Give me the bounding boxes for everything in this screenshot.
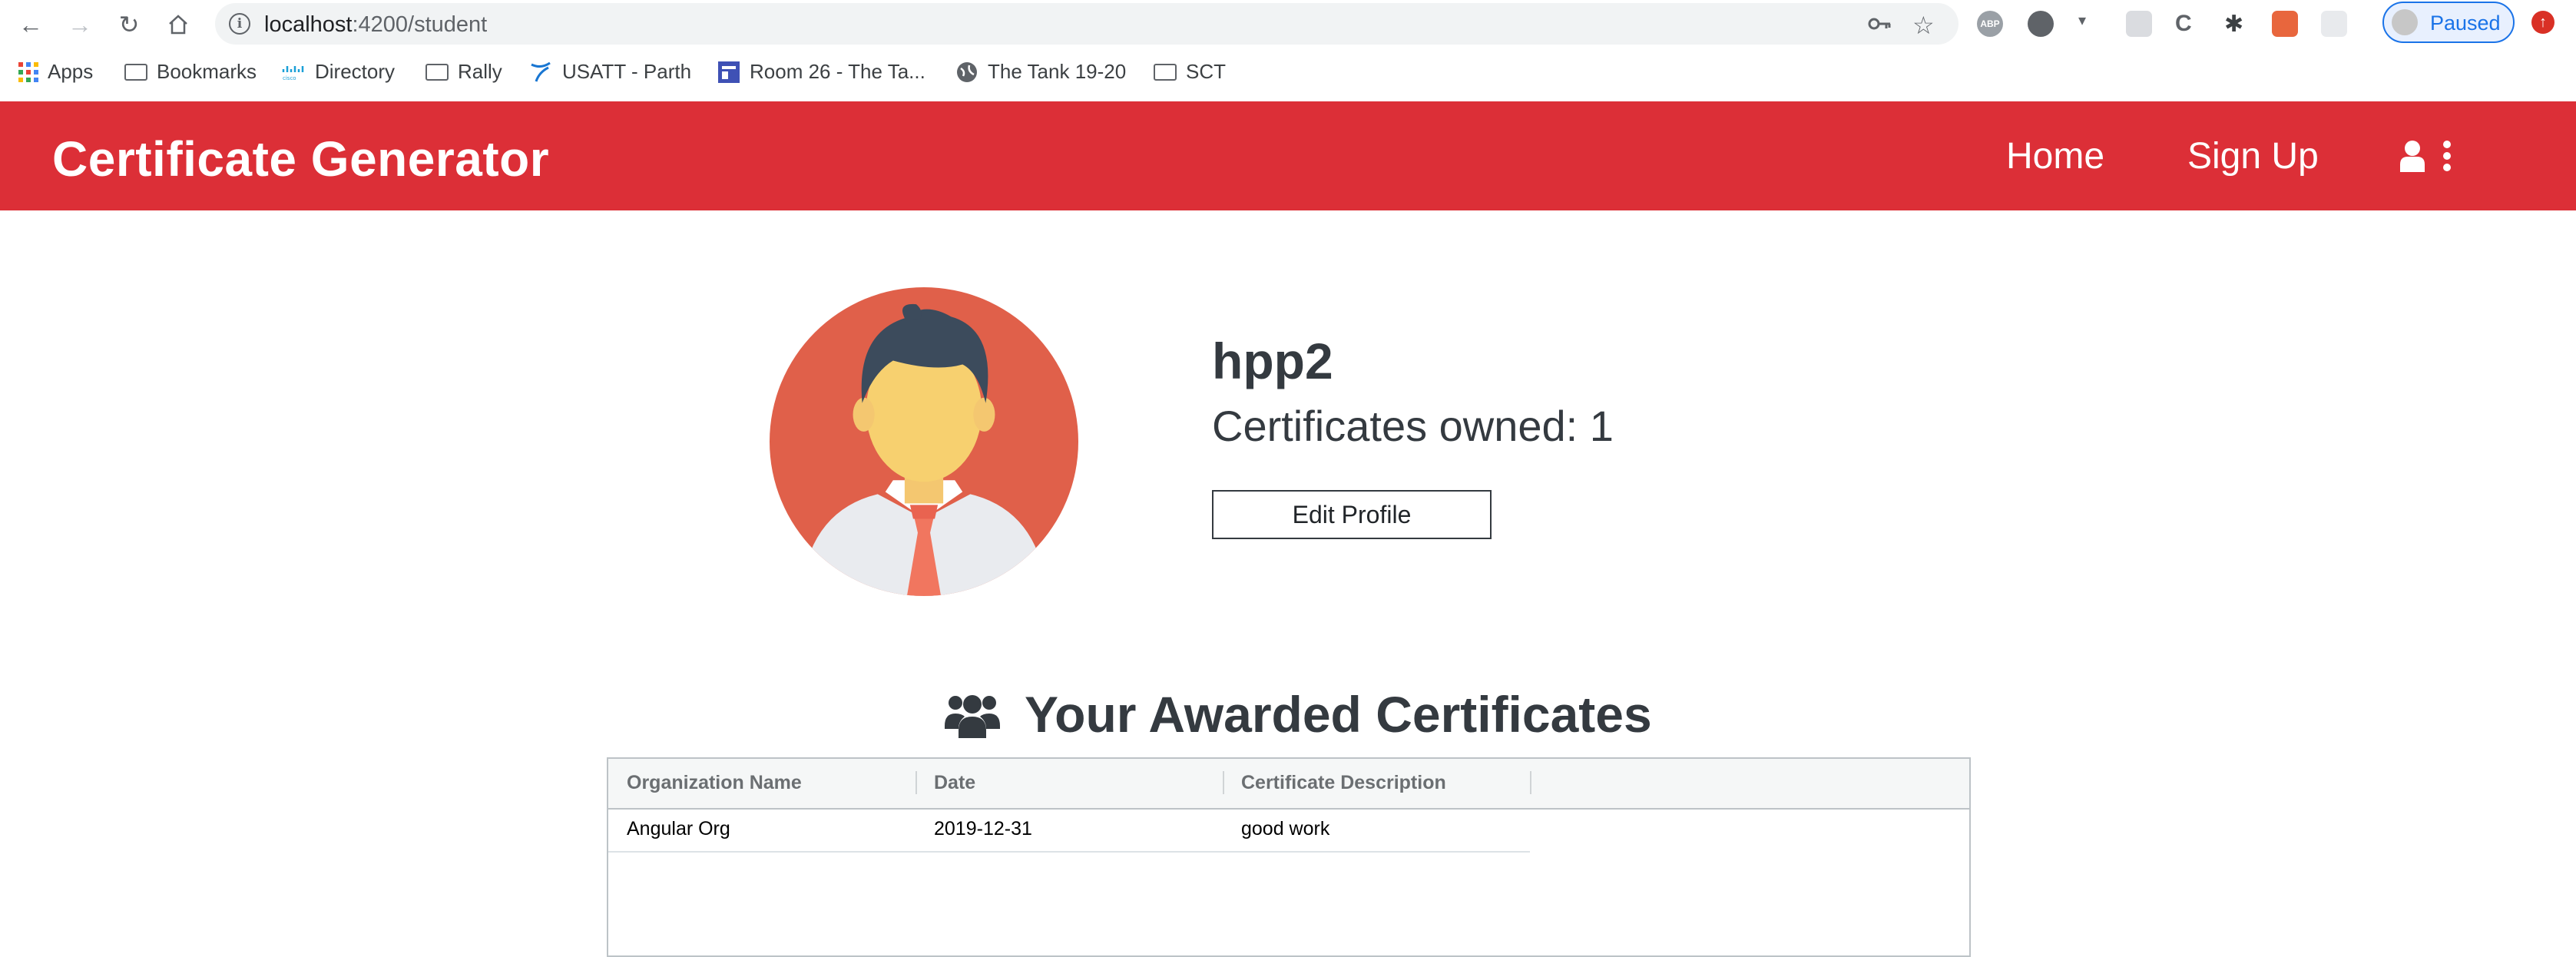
nav-home-link[interactable]: Home — [2006, 135, 2104, 177]
bookmark-usatt[interactable]: USATT - Parth — [530, 60, 691, 84]
back-arrow-icon[interactable]: ← — [15, 9, 46, 40]
star-icon[interactable]: ☆ — [1912, 11, 1935, 40]
more-options-icon[interactable] — [2442, 140, 2452, 172]
bookmark-room26[interactable]: Room 26 - The Ta... — [717, 60, 925, 84]
certificates-title: Your Awarded Certificates — [1025, 686, 1652, 743]
reload-icon[interactable]: ↻ — [114, 9, 144, 40]
bookmark-rally[interactable]: Rally — [425, 60, 502, 84]
bookmark-label: The Tank 19-20 — [988, 60, 1127, 83]
table-header: Organization Name Date Certificate Descr… — [608, 759, 1969, 810]
bookmark-sct[interactable]: SCT — [1154, 60, 1226, 84]
profile-avatar — [770, 287, 1078, 596]
adblock-extension-icon[interactable]: ABP — [1977, 11, 2003, 37]
bug-extension-icon[interactable]: ✱ — [2224, 11, 2250, 37]
bookmark-label: Room 26 - The Ta... — [750, 60, 925, 83]
folder-icon — [124, 63, 147, 81]
home-icon[interactable] — [163, 9, 194, 40]
bookmark-bookmarks[interactable]: Bookmarks — [124, 60, 257, 84]
url-text[interactable]: localhost:4200/student — [264, 12, 487, 38]
folder-icon — [1154, 63, 1177, 81]
profile-username: hpp2 — [1212, 333, 1333, 389]
bookmark-label: USATT - Parth — [562, 60, 692, 83]
browser-toolbar: ← → ↻ i localhost:4200/student ☆ ABP ▾ C… — [0, 0, 2576, 48]
url-path: :4200/student — [352, 12, 488, 37]
bookmark-directory[interactable]: cisco Directory — [281, 60, 395, 84]
forward-arrow-icon[interactable]: → — [65, 9, 95, 40]
extension-circle-icon[interactable] — [2028, 11, 2054, 37]
table-row[interactable]: Angular Org 2019-12-31 good work — [608, 808, 1530, 853]
bookmark-tank[interactable]: The Tank 19-20 — [955, 60, 1126, 84]
column-header-date[interactable]: Date — [916, 759, 1223, 806]
bookmark-label: Apps — [48, 60, 94, 83]
usatt-logo-icon — [531, 61, 551, 82]
bookmark-label: Directory — [315, 60, 396, 83]
certificates-table: Organization Name Date Certificate Descr… — [607, 757, 1971, 957]
users-group-icon — [945, 695, 1000, 738]
extension-puzzle-icon[interactable] — [2321, 11, 2347, 37]
apps-grid-icon — [18, 61, 38, 82]
column-header-description[interactable]: Certificate Description — [1223, 759, 1530, 806]
globe-icon — [957, 61, 977, 82]
key-icon[interactable] — [1866, 11, 1892, 43]
site-info-icon[interactable]: i — [229, 13, 250, 35]
extension-c-icon[interactable]: C — [2175, 11, 2201, 37]
bookmark-label: Bookmarks — [157, 60, 257, 83]
user-icon[interactable] — [2399, 140, 2425, 172]
profile-avatar-icon — [2392, 9, 2418, 35]
bookmarks-bar: Apps Bookmarks cisco Directory Rally USA… — [0, 48, 2576, 101]
cell-organization[interactable]: Angular Org — [608, 808, 916, 849]
cell-date[interactable]: 2019-12-31 — [916, 808, 1223, 849]
certificates-heading: Your Awarded Certificates — [945, 685, 1652, 743]
certificates-owned-count: Certificates owned: 1 — [1212, 402, 1614, 450]
folder-icon — [425, 63, 449, 81]
edit-profile-button[interactable]: Edit Profile — [1212, 490, 1492, 539]
profile-status-label: Paused — [2430, 12, 2501, 35]
bookmark-apps[interactable]: Apps — [18, 60, 93, 84]
cell-description[interactable]: good work — [1223, 808, 1530, 849]
nav-signup-link[interactable]: Sign Up — [2187, 135, 2319, 177]
classroom-icon — [718, 61, 740, 83]
profile-paused-button[interactable]: Paused — [2382, 2, 2515, 43]
brand-title[interactable]: Certificate Generator — [52, 131, 549, 187]
extension-gray-icon[interactable] — [2126, 11, 2152, 37]
app-navbar: Certificate Generator Home Sign Up — [0, 101, 2576, 210]
url-host: localhost — [264, 12, 353, 37]
update-icon[interactable]: ↑ — [2531, 11, 2554, 34]
svg-text:cisco: cisco — [283, 75, 296, 81]
column-resize-handle[interactable] — [1530, 771, 1531, 794]
bookmark-label: Rally — [458, 60, 502, 83]
bookmark-label: SCT — [1186, 60, 1226, 83]
dropdown-caret-icon[interactable]: ▾ — [2078, 11, 2094, 37]
cisco-icon: cisco — [282, 65, 304, 81]
address-bar[interactable]: i localhost:4200/student ☆ — [215, 3, 1958, 45]
column-header-organization[interactable]: Organization Name — [608, 759, 916, 806]
extension-off-icon[interactable] — [2272, 11, 2298, 37]
